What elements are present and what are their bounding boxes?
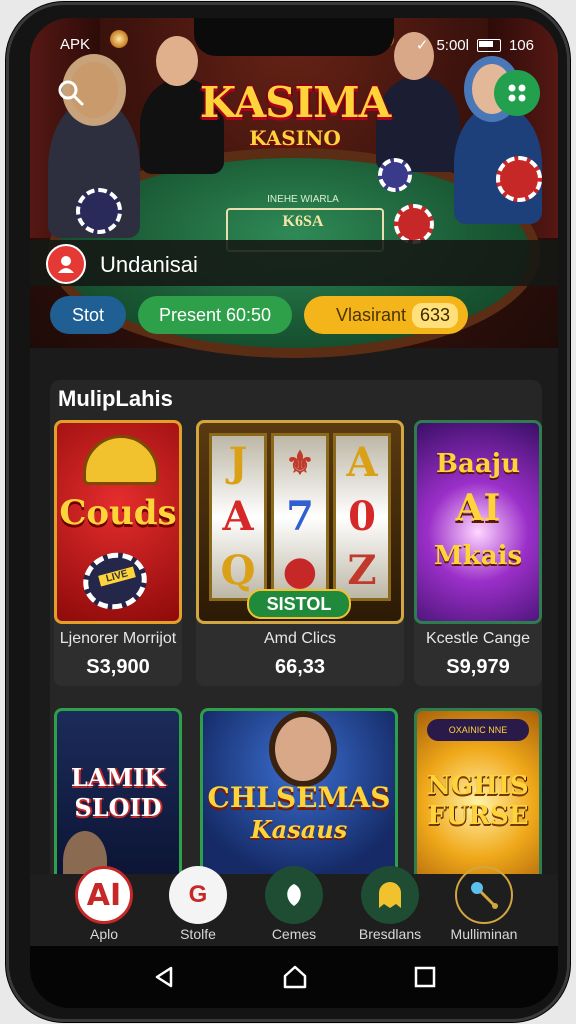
ghost-icon (361, 866, 419, 924)
battery-icon (476, 38, 501, 52)
recents-icon (414, 966, 436, 988)
search-button[interactable] (48, 70, 94, 116)
game-art-text: CHLSEMAS (207, 781, 391, 814)
phone-frame: INEHE WIARLA K6SA KASIMA KASINO APK ✓ 5:… (6, 2, 570, 1022)
nav-item-aplo[interactable]: AI Aplo (64, 866, 144, 942)
game-art-text: NGHIS (427, 771, 529, 801)
key-icon (455, 866, 513, 924)
slot-reel: ⚜ 7 ● (271, 433, 329, 601)
poker-chip (378, 158, 412, 192)
game-thumbnail: Baaju AI Mkais (414, 420, 542, 624)
search-icon (58, 80, 84, 106)
presenter-head (275, 717, 331, 781)
nav-label: Stolfe (180, 926, 216, 942)
signal-icon: ✓ (415, 37, 429, 54)
game-art-text: SLOID (74, 793, 162, 822)
game-art-text: LAMIK (70, 763, 166, 792)
game-value: 66,33 (274, 656, 326, 678)
camera-notch (194, 18, 394, 56)
crown-icon (83, 435, 159, 485)
filter-pill-present[interactable]: Present 60:50 (138, 296, 292, 334)
game-value: S3,900 (86, 656, 150, 678)
ai-icon: AI (75, 866, 133, 924)
screen: INEHE WIARLA K6SA KASIMA KASINO APK ✓ 5:… (30, 18, 558, 1008)
pill-count: 633 (412, 302, 459, 328)
game-thumbnail: Couds LIVE (54, 420, 182, 624)
nav-item-bresdlans[interactable]: Bresdlans (350, 866, 430, 942)
filter-pill-slot[interactable]: Stot (50, 296, 126, 334)
game-card[interactable]: Baaju AI Mkais Kcestle Cange S9,979 (414, 420, 542, 686)
game-value: S9,979 (446, 656, 510, 678)
slot-reel: J A Q (209, 433, 267, 601)
battery-text: 106 (508, 36, 534, 54)
game-art-text: Kasaus (250, 815, 348, 844)
nav-label: Mulliminan (450, 926, 518, 942)
game-card[interactable]: Couds LIVE Ljenorer Morrijot S3,900 (54, 420, 182, 686)
table-box-label: K6SA (282, 213, 324, 230)
pill-label: Vlasirant (336, 304, 407, 325)
table-text: INEHE WIARLA (267, 194, 339, 205)
poker-chip (76, 188, 122, 234)
leaf-icon (265, 866, 323, 924)
bottom-navigation: AI Aplo G Stolfe Cemes Bresdlans Mullimi… (30, 866, 558, 946)
game-thumbnail: J A Q ⚜ 7 ● A 0 Z SISTOL (196, 420, 404, 624)
slot-reel: A 0 Z (333, 433, 391, 601)
user-avatar-icon (58, 256, 74, 273)
nav-label: Aplo (89, 926, 119, 942)
nav-item-stolfe[interactable]: G Stolfe (158, 866, 238, 942)
status-right: ✓ 5:00l 106 (415, 36, 534, 55)
username: Undanisai (100, 252, 198, 277)
avatar[interactable] (46, 244, 86, 284)
game-art-text: Couds (59, 493, 177, 533)
nav-item-mulliminan[interactable]: Mulliminan (444, 866, 524, 942)
game-name: Amd Clics (263, 630, 336, 647)
status-left-text: APK (60, 36, 91, 53)
poker-chip (394, 204, 434, 244)
games-section: MulipLahis Couds LIVE Ljenorer Morrijot … (50, 380, 542, 900)
game-art-text: FURSE (427, 801, 529, 831)
section-title: MulipLahis (58, 386, 173, 411)
game-art-text: Baaju (436, 449, 520, 479)
back-button[interactable] (150, 962, 180, 992)
system-navigation-bar (30, 946, 558, 1008)
nav-item-cemes[interactable]: Cemes (254, 866, 334, 942)
home-icon (283, 965, 307, 989)
slot-label: SISTOL (247, 589, 351, 619)
game-name: Kcestle Cange (425, 630, 531, 647)
filter-pill-vlasirant[interactable]: Vlasirant 633 (304, 296, 468, 334)
game-card[interactable]: J A Q ⚜ 7 ● A 0 Z SISTOL Amd Clics 66,33 (196, 420, 404, 686)
home-button[interactable] (280, 962, 310, 992)
grid-menu-icon (508, 84, 526, 102)
recents-button[interactable] (410, 962, 440, 992)
user-bar: Undanisai (30, 240, 558, 286)
nav-label: Cemes (271, 926, 317, 942)
menu-button[interactable] (494, 70, 540, 116)
game-banner: OXAINIC NNE (427, 719, 529, 741)
back-icon (155, 966, 173, 988)
status-time: 5:00l (436, 36, 469, 54)
app-logo-title: KASIMA (199, 78, 391, 127)
chip-icon: G (169, 866, 227, 924)
app-logo-subtitle: KASINO (249, 126, 341, 150)
game-art-text: AI (455, 487, 501, 529)
nav-label: Bresdlans (358, 926, 422, 942)
poker-chip (496, 156, 542, 202)
game-art-text: Mkais (433, 541, 523, 571)
game-name: Ljenorer Morrijot (59, 630, 177, 647)
